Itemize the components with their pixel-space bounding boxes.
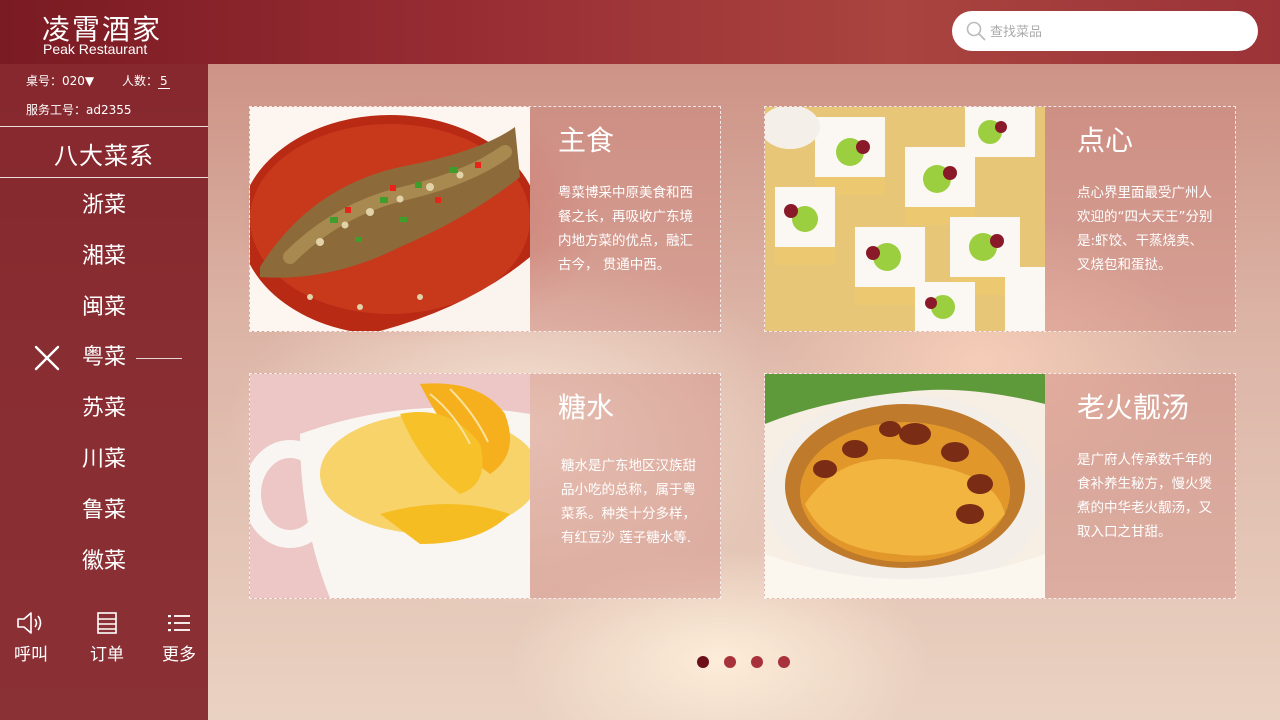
cuisine-item-xiang[interactable]: 湘菜 [0, 239, 208, 290]
bottom-toolbar: 呼叫 订单 更多 [0, 610, 208, 670]
sidebar-divider [0, 126, 208, 127]
staff-label: 服务工号： [26, 103, 87, 117]
card-description: 粤菜博采中原美食和西餐之长，再吸收广东境内地方菜的优点，融汇古今， 贯通中西。 [558, 185, 693, 273]
cuisine-item-su[interactable]: 苏菜 [0, 391, 208, 442]
cuisine-item-hui[interactable]: 徽菜 [0, 544, 208, 595]
people-count-field[interactable]: 5 [158, 74, 170, 89]
sidebar-divider [0, 177, 208, 178]
dish-card-staple[interactable]: 主食 粤菜博采中原美食和西餐之长，再吸收广东境内地方菜的优点，融汇古今， 贯通中… [249, 106, 721, 332]
cuisine-list: 浙菜 湘菜 闽菜 粤菜 苏菜 川菜 鲁菜 徽菜 [0, 188, 208, 594]
table-info-row: 桌号：020▼ 人数： 5 [26, 72, 170, 89]
cuisine-item-min[interactable]: 闽菜 [0, 290, 208, 341]
card-title: 老火靓汤 [1077, 391, 1190, 424]
sidebar: 桌号：020▼ 人数： 5 服务工号：ad2355 八大菜系 浙菜 湘菜 闽菜 粤… [0, 64, 208, 720]
dish-photo-cakes [765, 107, 1045, 331]
people-label: 人数： [121, 74, 158, 88]
page-dot-2[interactable] [724, 656, 736, 668]
page-dot-4[interactable] [778, 656, 790, 668]
cuisine-item-zhe[interactable]: 浙菜 [0, 188, 208, 239]
call-label: 呼叫 [14, 645, 48, 665]
card-description: 糖水是广东地区汉族甜品小吃的总称，属于粤菜系。种类十分多样，有红豆沙 莲子糖水等… [561, 458, 696, 546]
cuisine-item-chuan[interactable]: 川菜 [0, 442, 208, 493]
table-number-select[interactable]: 020▼ [62, 74, 94, 88]
order-label: 订单 [90, 645, 124, 665]
page-dot-3[interactable] [751, 656, 763, 668]
more-button[interactable]: 更多 [149, 610, 209, 665]
search-icon [966, 21, 986, 41]
dropdown-triangle-icon: ▼ [84, 74, 95, 88]
order-button[interactable]: 订单 [77, 610, 137, 665]
page-dot-1[interactable] [697, 656, 709, 668]
brand-name-en: Peak Restaurant [43, 41, 148, 57]
menu-list-icon [168, 615, 190, 632]
order-list-icon [97, 612, 117, 634]
search-box[interactable] [952, 11, 1258, 51]
card-title: 点心 [1077, 124, 1134, 157]
cuisine-item-lu[interactable]: 鲁菜 [0, 493, 208, 544]
dish-photo-fish [250, 107, 530, 331]
dish-card-dimsum[interactable]: 点心 点心界里面最受广州人欢迎的“四大天王”分别是:虾饺、干蒸烧卖、叉烧包和蛋挞… [764, 106, 1236, 332]
active-indicator-line [136, 358, 182, 360]
search-input[interactable] [988, 19, 1242, 45]
card-description: 点心界里面最受广州人欢迎的“四大天王”分别是:虾饺、干蒸烧卖、叉烧包和蛋挞。 [1077, 185, 1213, 273]
category-title: 八大菜系 [54, 142, 154, 170]
header-bar: 凌霄酒家 Peak Restaurant [0, 0, 1280, 64]
dish-card-soup[interactable]: 老火靓汤 是广府人传承数千年的食补养生秘方，慢火煲煮的中华老火靓汤，又取入口之甘… [764, 373, 1236, 599]
card-description: 是广府人传承数千年的食补养生秘方，慢火煲煮的中华老火靓汤，又取入口之甘甜。 [1077, 452, 1212, 540]
cuisine-item-yue[interactable]: 粤菜 [0, 340, 208, 391]
dish-card-sweet-soup[interactable]: 糖水 糖水是广东地区汉族甜品小吃的总称，属于粤菜系。种类十分多样，有红豆沙 莲子… [249, 373, 721, 599]
card-title: 主食 [558, 124, 615, 157]
call-button[interactable]: 呼叫 [1, 610, 61, 665]
card-title: 糖水 [558, 391, 615, 424]
staff-id: ad2355 [86, 103, 132, 117]
table-label: 桌号： [26, 74, 63, 88]
crossed-chopsticks-icon [34, 346, 60, 371]
more-label: 更多 [162, 645, 196, 665]
dish-photo-sweet-soup [250, 374, 530, 598]
staff-info-row: 服务工号：ad2355 [26, 101, 132, 118]
speaker-icon [17, 612, 42, 634]
dish-photo-soup [765, 374, 1045, 598]
